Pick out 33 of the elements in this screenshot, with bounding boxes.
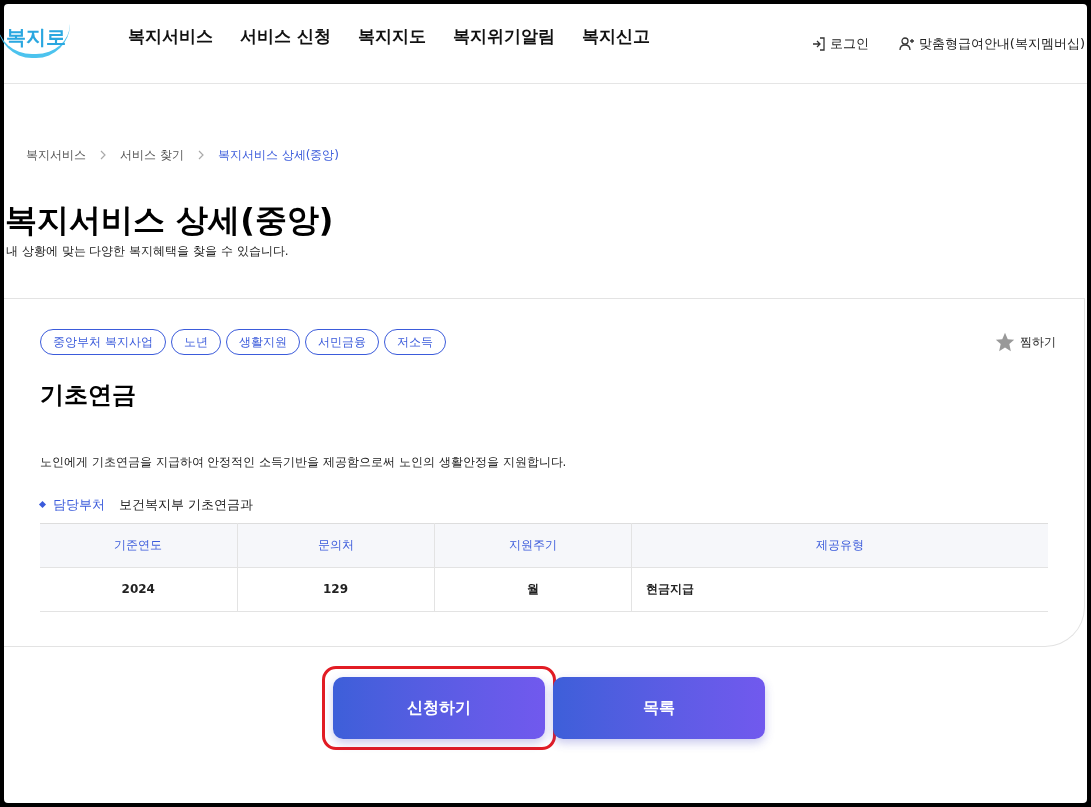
action-button[interactable]: 목록 bbox=[552, 676, 765, 739]
star-icon bbox=[994, 331, 1016, 353]
nav-link[interactable]: 복지서비스 bbox=[128, 24, 213, 50]
chevron-icon bbox=[100, 150, 106, 160]
column-header: 지원주기 bbox=[434, 523, 631, 567]
login-icon bbox=[811, 36, 826, 51]
breadcrumb-link[interactable]: 복지서비스 bbox=[26, 146, 86, 164]
page-title: 복지서비스 상세(중앙) bbox=[5, 200, 335, 240]
table-cell: 월 bbox=[434, 567, 631, 611]
nav-link[interactable]: 복지신고 bbox=[581, 24, 650, 50]
favorite-button[interactable]: 찜하기 bbox=[994, 331, 1056, 353]
service-name: 기초연금 bbox=[40, 380, 137, 411]
column-header: 기준연도 bbox=[40, 523, 237, 567]
department-label: 담당부처 bbox=[53, 496, 105, 514]
user-add-icon bbox=[898, 36, 915, 51]
breadcrumb-link[interactable]: 서비스 찾기 bbox=[120, 146, 184, 164]
table-cell: 현금지급 bbox=[631, 567, 1048, 611]
login-link[interactable]: 로그인 bbox=[811, 34, 869, 54]
table-cell: 2024 bbox=[40, 567, 237, 611]
column-header: 제공유형 bbox=[631, 523, 1048, 567]
nav-link[interactable]: 복지위기알림 bbox=[452, 24, 555, 50]
page-subtitle: 내 상황에 맞는 다양한 복지혜택을 찾을 수 있습니다. bbox=[6, 243, 290, 260]
action-button[interactable]: 신청하기 bbox=[332, 676, 545, 739]
table-cell: 129 bbox=[237, 567, 434, 611]
bullet-icon bbox=[38, 501, 47, 509]
column-header: 문의처 bbox=[237, 523, 434, 567]
breadcrumb-link[interactable]: 복지서비스 상세(중앙) bbox=[217, 146, 339, 164]
department-value: 보건복지부 기초연금과 bbox=[119, 496, 254, 514]
membership-link[interactable]: 맞춤형급여안내(복지멤버십) bbox=[898, 34, 1085, 54]
nav-link[interactable]: 서비스 신청 bbox=[240, 24, 331, 50]
chevron-icon bbox=[197, 150, 204, 160]
nav-link[interactable]: 복지지도 bbox=[357, 24, 426, 50]
service-description: 노인에게 기초연금을 지급하여 안정적인 소득기반을 제공함으로써 노인의 생활안정을 지원합니다. bbox=[40, 454, 568, 471]
